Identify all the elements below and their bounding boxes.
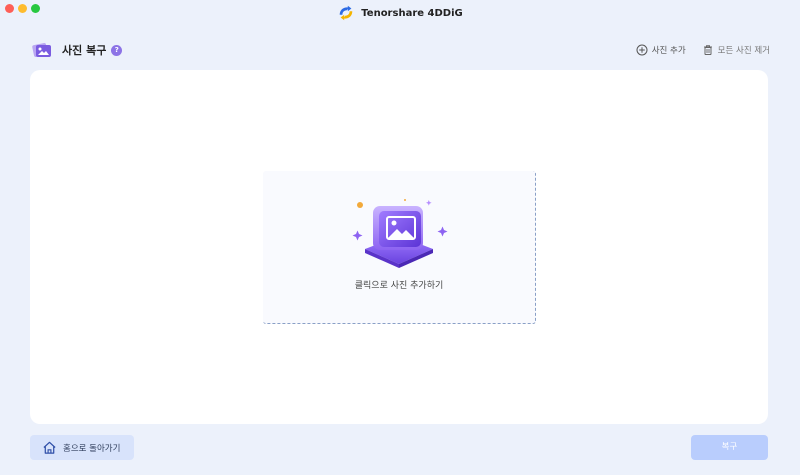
window-controls <box>5 4 40 13</box>
trash-icon <box>703 45 712 55</box>
add-photo-button[interactable]: 사진 추가 <box>636 44 686 56</box>
home-icon <box>43 441 56 454</box>
title-bar: Tenorshare 4DDiG <box>0 0 800 26</box>
add-photo-label: 사진 추가 <box>651 46 686 56</box>
help-icon[interactable]: ? <box>111 44 123 56</box>
minimize-window-button[interactable] <box>18 4 27 13</box>
tenorshare-logo-icon <box>339 5 353 21</box>
drop-zone-label: 클릭으로 사진 추가하기 <box>354 281 444 291</box>
photo-stack-icon <box>32 43 51 57</box>
back-to-home-button[interactable]: 홈으로 돌아가기 <box>30 435 134 460</box>
main-panel: 클릭으로 사진 추가하기 <box>30 70 768 424</box>
header-actions: 사진 추가 모든 사진 제거 <box>636 44 770 56</box>
close-window-button[interactable] <box>5 4 14 13</box>
image-upload-illustration <box>352 199 448 268</box>
page-title: 사진 복구 <box>62 44 107 57</box>
page-header: 사진 복구 ? 사진 추가 모든 사진 제거 <box>30 36 770 64</box>
app-title: Tenorshare 4DDiG <box>361 7 463 19</box>
app-title-group: Tenorshare 4DDiG <box>337 4 463 22</box>
recover-button[interactable]: 복구 <box>691 435 768 460</box>
plus-circle-icon <box>636 44 648 56</box>
remove-all-photos-button[interactable]: 모든 사진 제거 <box>702 44 770 56</box>
photo-drop-zone[interactable]: 클릭으로 사진 추가하기 <box>263 171 536 324</box>
remove-all-photos-label: 모든 사진 제거 <box>717 46 770 56</box>
back-to-home-label: 홈으로 돌아가기 <box>63 443 121 454</box>
maximize-window-button[interactable] <box>31 4 40 13</box>
